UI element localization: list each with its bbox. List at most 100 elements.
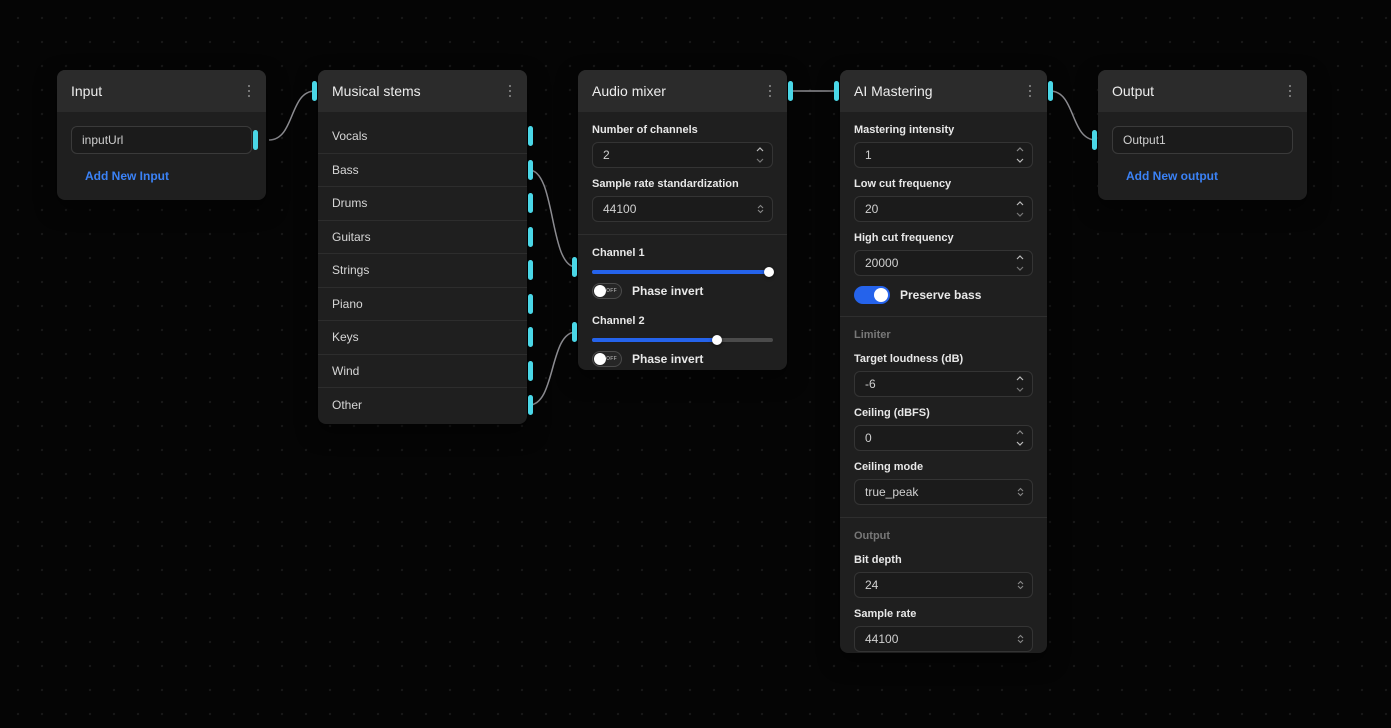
slider-thumb[interactable] — [764, 267, 774, 277]
output-handle-bass[interactable] — [528, 160, 533, 180]
spinner-up-icon[interactable] — [756, 147, 764, 152]
spinner-down-icon[interactable] — [756, 158, 764, 163]
stem-label: Wind — [332, 364, 359, 378]
input-handle-stems[interactable] — [312, 81, 317, 101]
node-ai-mastering-header[interactable]: AI Mastering — [840, 70, 1047, 112]
node-title: Audio mixer — [592, 83, 666, 99]
bitdepth-value: 24 — [855, 578, 878, 592]
bitdepth-select[interactable]: 24 — [854, 572, 1033, 598]
ceiling-mode-select[interactable]: true_peak — [854, 479, 1033, 505]
node-input[interactable]: Input Add New Input — [57, 70, 266, 200]
output-handle-other[interactable] — [528, 395, 533, 415]
intensity-input[interactable] — [855, 143, 1032, 167]
preserve-bass-label: Preserve bass — [900, 288, 981, 302]
samplerate-value: 44100 — [593, 202, 636, 216]
edge-mastering-to-output[interactable] — [1050, 91, 1096, 140]
spinner-up-icon[interactable] — [1016, 201, 1024, 206]
stem-row-drums[interactable]: Drums — [318, 187, 527, 221]
spinner-down-icon[interactable] — [1016, 158, 1024, 163]
channel2-slider[interactable] — [592, 335, 773, 345]
input-handle-mastering[interactable] — [834, 81, 839, 101]
stem-label: Guitars — [332, 230, 371, 244]
node-musical-stems[interactable]: Musical stems Vocals Bass Drums Guitars … — [318, 70, 527, 424]
select-caret-icon — [1017, 635, 1024, 644]
phase-invert-label: Phase invert — [632, 284, 703, 298]
kebab-menu-icon[interactable] — [1023, 81, 1038, 102]
node-audio-mixer[interactable]: Audio mixer Number of channels Sample ra… — [578, 70, 787, 370]
spinner-up-icon[interactable] — [1016, 430, 1024, 435]
stem-row-piano[interactable]: Piano — [318, 288, 527, 322]
stem-row-other[interactable]: Other — [318, 388, 527, 422]
stem-row-vocals[interactable]: Vocals — [318, 120, 527, 154]
highcut-input[interactable] — [855, 251, 1032, 275]
kebab-menu-icon[interactable] — [1283, 81, 1298, 102]
stem-row-guitars[interactable]: Guitars — [318, 221, 527, 255]
spinner-down-icon[interactable] — [1016, 212, 1024, 217]
node-audio-mixer-header[interactable]: Audio mixer — [578, 70, 787, 112]
ceiling-mode-value: true_peak — [855, 485, 918, 499]
stem-label: Piano — [332, 297, 363, 311]
node-output-header[interactable]: Output — [1098, 70, 1307, 112]
output-handle-piano[interactable] — [528, 294, 533, 314]
output-handle-wind[interactable] — [528, 361, 533, 381]
spinner-down-icon[interactable] — [1016, 266, 1024, 271]
node-ai-mastering[interactable]: AI Mastering Mastering intensity Low cut… — [840, 70, 1047, 653]
kebab-menu-icon[interactable] — [242, 81, 257, 102]
spinner-up-icon[interactable] — [1016, 147, 1024, 152]
output-handle-mastering[interactable] — [1048, 81, 1053, 101]
input-handle-channel2[interactable] — [572, 322, 577, 342]
edge-other-to-channel2[interactable] — [529, 332, 576, 405]
node-title: Musical stems — [332, 83, 421, 99]
channels-input[interactable] — [593, 143, 772, 167]
stem-row-keys[interactable]: Keys — [318, 321, 527, 355]
node-output[interactable]: Output Add New output — [1098, 70, 1307, 200]
ceiling-input[interactable] — [855, 426, 1032, 450]
output-name-field[interactable] — [1112, 126, 1293, 154]
input-handle-output1[interactable] — [1092, 130, 1097, 150]
node-editor-canvas[interactable]: Input Add New Input Musical stems Vocals… — [0, 0, 1391, 728]
input-handle-channel1[interactable] — [572, 257, 577, 277]
stem-row-strings[interactable]: Strings — [318, 254, 527, 288]
slider-thumb[interactable] — [712, 335, 722, 345]
phase-invert-toggle[interactable]: OFF — [592, 283, 622, 299]
highcut-label: High cut frequency — [854, 232, 1033, 244]
output-handle-strings[interactable] — [528, 260, 533, 280]
phase-invert-toggle[interactable]: OFF — [592, 351, 622, 367]
add-new-input-button[interactable]: Add New Input — [85, 169, 169, 183]
samplerate-label: Sample rate standardization — [592, 178, 773, 190]
lowcut-input[interactable] — [855, 197, 1032, 221]
channel1-slider[interactable] — [592, 267, 773, 277]
stem-label: Other — [332, 398, 362, 412]
output-handle-guitars[interactable] — [528, 227, 533, 247]
add-new-output-button[interactable]: Add New output — [1126, 169, 1218, 183]
stem-row-wind[interactable]: Wind — [318, 355, 527, 389]
output-handle-mixer[interactable] — [788, 81, 793, 101]
spinner-down-icon[interactable] — [1016, 441, 1024, 446]
input-url-field[interactable] — [71, 126, 252, 154]
select-caret-icon — [1017, 488, 1024, 497]
channel2-label: Channel 2 — [592, 315, 773, 327]
edge-input-to-stems[interactable] — [269, 91, 315, 140]
spinner-up-icon[interactable] — [1016, 376, 1024, 381]
samplerate-select[interactable]: 44100 — [592, 196, 773, 222]
output-handle-drums[interactable] — [528, 193, 533, 213]
edge-bass-to-channel1[interactable] — [529, 170, 576, 267]
select-caret-icon — [757, 205, 764, 214]
output-handle-keys[interactable] — [528, 327, 533, 347]
out-samplerate-select[interactable]: 44100 — [854, 626, 1033, 652]
spinner-down-icon[interactable] — [1016, 387, 1024, 392]
preserve-bass-toggle[interactable] — [854, 286, 890, 304]
node-input-header[interactable]: Input — [57, 70, 266, 112]
channels-label: Number of channels — [592, 124, 773, 136]
spinner-up-icon[interactable] — [1016, 255, 1024, 260]
kebab-menu-icon[interactable] — [503, 81, 518, 102]
kebab-menu-icon[interactable] — [763, 81, 778, 102]
stem-label: Drums — [332, 196, 367, 210]
output-handle-vocals[interactable] — [528, 126, 533, 146]
stem-label: Vocals — [332, 129, 367, 143]
node-musical-stems-header[interactable]: Musical stems — [318, 70, 527, 112]
stem-row-bass[interactable]: Bass — [318, 154, 527, 188]
divider — [578, 234, 787, 235]
loudness-input[interactable] — [855, 372, 1032, 396]
output-handle-inputurl[interactable] — [253, 130, 258, 150]
